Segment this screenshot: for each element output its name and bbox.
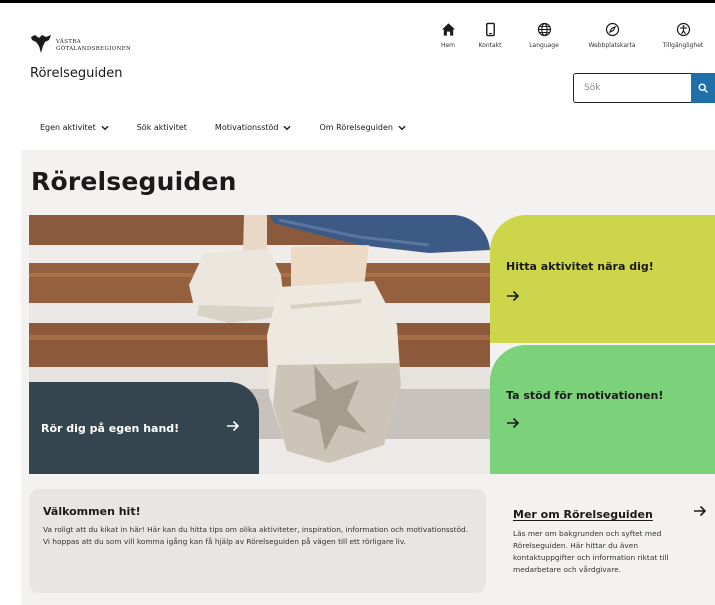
compass-icon [605, 22, 619, 37]
chevron-down-icon [398, 125, 406, 130]
utility-home-label: Hem [440, 42, 456, 49]
utility-language-label: Language [529, 42, 559, 49]
utility-contact-label: Kontakt [478, 42, 502, 49]
utility-accessibility-link[interactable]: Tillgänglighet [651, 22, 715, 49]
utility-sitemap-link[interactable]: Webbplatskarta [580, 22, 644, 49]
search-icon [698, 83, 708, 93]
tile-find-activity[interactable]: Hitta aktivitet nära dig! [490, 215, 715, 343]
welcome-heading: Välkommen hit! [43, 505, 141, 518]
nav-item-om-rorelseguiden[interactable]: Om Rörelseguiden [319, 123, 406, 132]
arrow-right-icon [507, 417, 520, 429]
page-title: Rörelseguiden [31, 167, 237, 196]
search-input[interactable] [573, 73, 691, 103]
globe-icon [537, 22, 551, 37]
phone-icon [485, 22, 495, 37]
more-about-link[interactable]: Mer om Rörelseguiden [513, 508, 653, 521]
arrow-right-icon [507, 290, 520, 302]
chevron-down-icon [101, 125, 109, 130]
utility-language-link[interactable]: Language [512, 22, 576, 49]
vgr-logo-icon [31, 35, 51, 53]
nav-item-label: Sök aktivitet [136, 123, 187, 132]
nav-item-sok-aktivitet[interactable]: Sök aktivitet [137, 123, 187, 132]
tile-own-activity-label: Rör dig på egen hand! [41, 422, 180, 435]
accessibility-icon [676, 22, 690, 37]
arrow-right-icon [227, 420, 240, 432]
utility-sitemap-label: Webbplatskarta [588, 42, 636, 49]
nav-item-label: Egen aktivitet [40, 123, 96, 132]
top-border [0, 0, 715, 3]
welcome-text: Va roligt att du kikat in här! Här kan d… [43, 525, 469, 546]
tile-find-activity-label: Hitta aktivitet nära dig! [506, 260, 654, 273]
search-form [573, 73, 715, 103]
site-name[interactable]: Rörelseguiden [30, 66, 122, 81]
nav-item-label: Om Rörelseguiden [319, 123, 393, 132]
nav-item-motivationsstod[interactable]: Motivationsstöd [215, 123, 292, 132]
tile-motivation-support[interactable]: Ta stöd för motivationen! [490, 345, 715, 474]
tile-motivation-support-label: Ta stöd för motivationen! [506, 389, 664, 402]
utility-accessibility-label: Tillgänglighet [662, 42, 704, 49]
tile-own-activity[interactable]: Rör dig på egen hand! [29, 382, 259, 474]
vgr-logo[interactable]: VÄSTRA GÖTALANDSREGIONEN [30, 34, 131, 54]
home-icon [441, 23, 455, 36]
more-about-section: Mer om Rörelseguiden Läs mer om bakgrund… [513, 503, 713, 576]
nav-item-label: Motivationsstöd [214, 123, 279, 132]
logo-line2: GÖTALANDSREGIONEN [56, 45, 132, 52]
nav-item-egen-aktivitet[interactable]: Egen aktivitet [40, 123, 109, 132]
arrow-right-icon[interactable] [693, 505, 707, 517]
main-nav: Egen aktivitet Sök aktivitet Motivations… [40, 123, 434, 132]
welcome-card: Välkommen hit! Va roligt att du kikat in… [29, 489, 486, 593]
chevron-down-icon [283, 125, 291, 130]
search-button[interactable] [691, 73, 715, 103]
more-about-text: Läs mer om bakgrunden och syftet med Rör… [513, 529, 669, 574]
